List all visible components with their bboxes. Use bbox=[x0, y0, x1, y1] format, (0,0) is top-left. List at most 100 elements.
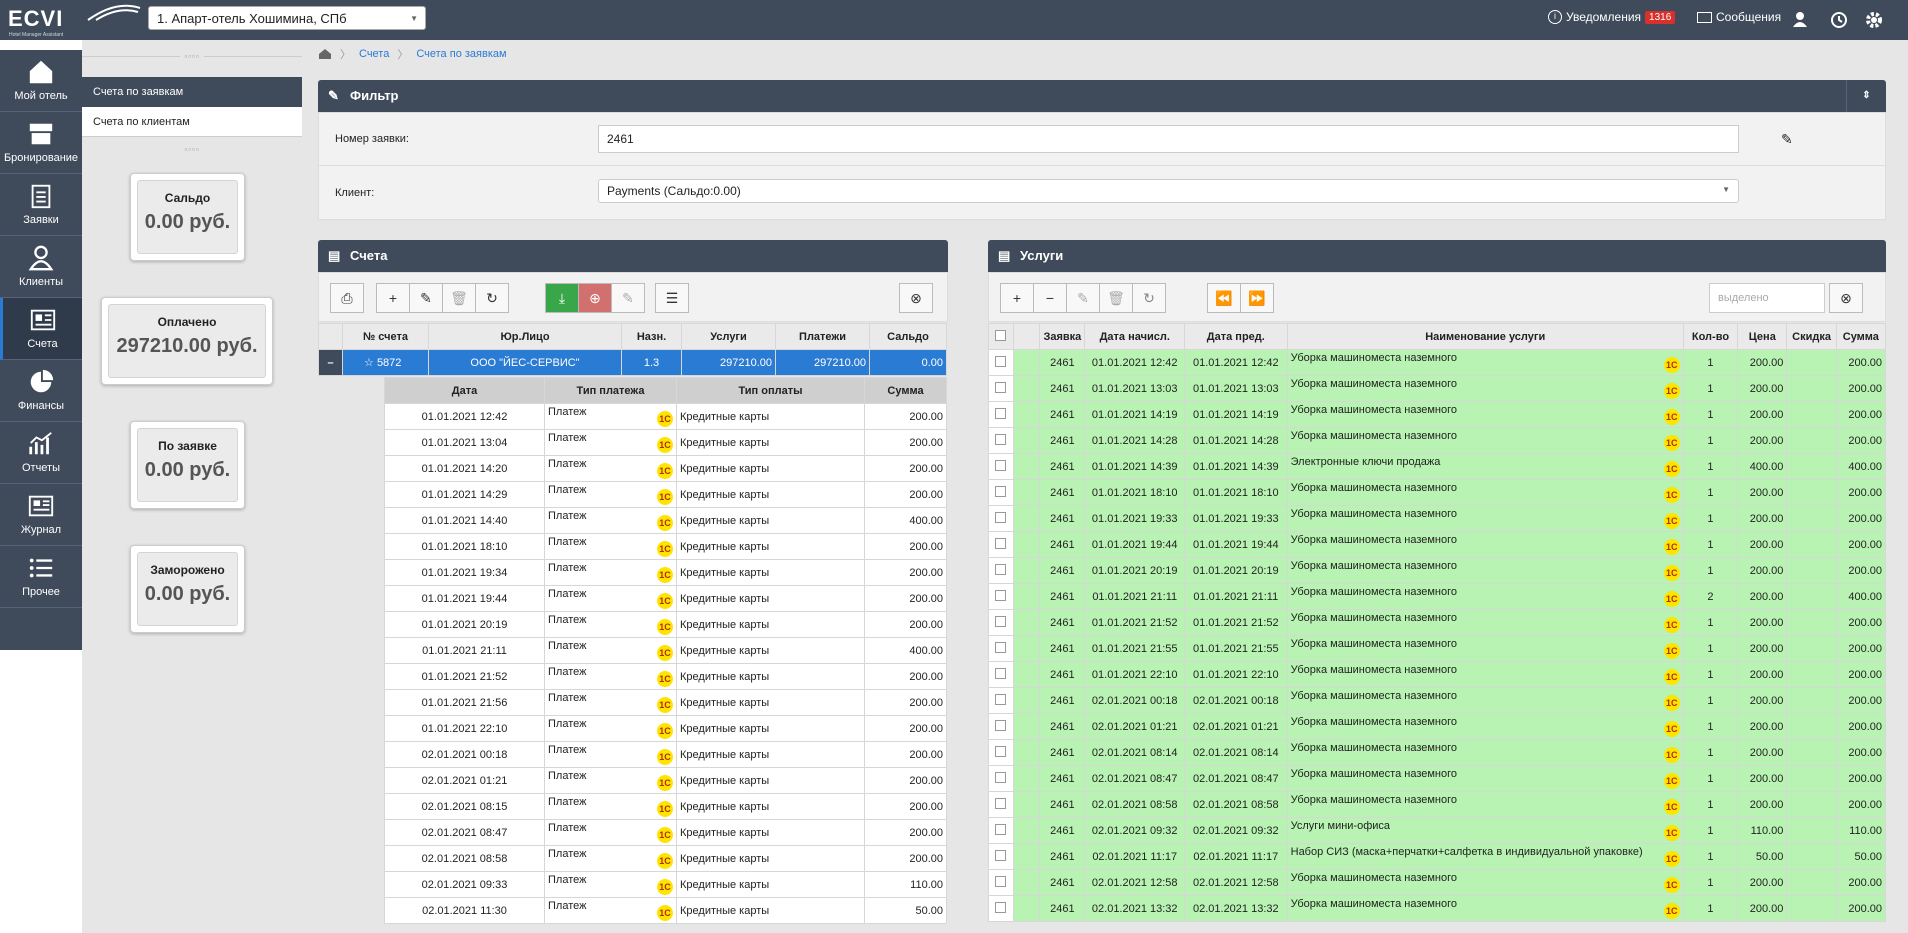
nav-item-3[interactable]: Клиенты bbox=[0, 236, 82, 298]
row-checkbox[interactable] bbox=[988, 583, 1014, 610]
row-checkbox[interactable] bbox=[988, 401, 1014, 428]
collapse-icon[interactable]: ⇕ bbox=[1846, 80, 1886, 112]
table-row[interactable]: 2461 02.01.2021 11:17 02.01.2021 11:17 Набо… bbox=[988, 843, 1887, 870]
col-header[interactable]: Тип оплаты bbox=[676, 377, 865, 404]
table-row[interactable]: 2461 01.01.2021 21:52 01.01.2021 21:52 Убор… bbox=[988, 609, 1887, 636]
col-header[interactable]: Сумма bbox=[1835, 323, 1887, 350]
col-header[interactable]: Цена bbox=[1737, 323, 1788, 350]
table-row[interactable]: 2461 02.01.2021 08:47 02.01.2021 08:47 Убор… bbox=[988, 765, 1887, 792]
col-header[interactable]: Наименование услуги bbox=[1286, 323, 1684, 350]
table-row[interactable]: 2461 02.01.2021 08:14 02.01.2021 08:14 Убор… bbox=[988, 739, 1887, 766]
messages-button[interactable]: Сообщения bbox=[1697, 10, 1781, 24]
fast-forward-button[interactable]: ⏩ bbox=[1240, 283, 1274, 313]
edit-disabled-button[interactable]: ✎ bbox=[611, 283, 645, 313]
table-row[interactable]: 01.01.2021 21:11 Платеж 1С Кредитные карты 4… bbox=[384, 637, 947, 664]
row-checkbox[interactable] bbox=[988, 817, 1014, 844]
col-header[interactable]: Сумма bbox=[864, 377, 947, 404]
col-header[interactable]: Кол-во bbox=[1682, 323, 1739, 350]
table-row[interactable]: 01.01.2021 14:20 Платеж 1С Кредитные карты 2… bbox=[384, 455, 947, 482]
table-row[interactable]: 2461 02.01.2021 09:32 02.01.2021 09:32 Услу… bbox=[988, 817, 1887, 844]
col-header[interactable]: Услуги bbox=[681, 323, 776, 350]
table-row[interactable]: 02.01.2021 11:30 Платеж 1С Кредитные карты 5… bbox=[384, 897, 947, 924]
row-checkbox[interactable] bbox=[988, 895, 1014, 922]
row-checkbox[interactable] bbox=[988, 375, 1014, 402]
row-checkbox[interactable] bbox=[988, 843, 1014, 870]
close-button[interactable]: ⊗ bbox=[899, 283, 933, 313]
history-icon[interactable] bbox=[1830, 11, 1848, 29]
table-row[interactable]: 2461 01.01.2021 14:28 01.01.2021 14:28 Убор… bbox=[988, 427, 1887, 454]
row-checkbox[interactable] bbox=[988, 557, 1014, 584]
row-checkbox[interactable] bbox=[988, 739, 1014, 766]
table-row[interactable]: 2461 01.01.2021 18:10 01.01.2021 18:10 Убор… bbox=[988, 479, 1887, 506]
table-row[interactable]: 2461 01.01.2021 14:19 01.01.2021 14:19 Убор… bbox=[988, 401, 1887, 428]
nav-item-2[interactable]: Заявки bbox=[0, 174, 82, 236]
order-number-input[interactable]: 2461 bbox=[598, 125, 1739, 153]
table-row[interactable]: 01.01.2021 21:52 Платеж 1С Кредитные карты 2… bbox=[384, 663, 947, 690]
breadcrumb-item[interactable]: Счета по заявкам bbox=[416, 48, 506, 60]
table-row[interactable]: 2461 01.01.2021 14:39 01.01.2021 14:39 Элек… bbox=[988, 453, 1887, 480]
table-row[interactable]: 02.01.2021 09:33 Платеж 1С Кредитные карты 1… bbox=[384, 871, 947, 898]
col-header[interactable]: № счета bbox=[342, 323, 429, 350]
table-row[interactable]: – ☆ 5872 ООО "ЙЕС-СЕРВИС" 1.3 297210.00 … bbox=[318, 349, 947, 376]
table-row[interactable]: 2461 02.01.2021 00:18 02.01.2021 00:18 Убор… bbox=[988, 687, 1887, 714]
col-header[interactable]: Тип платежа bbox=[544, 377, 677, 404]
table-row[interactable]: 2461 01.01.2021 21:11 01.01.2021 21:11 Убор… bbox=[988, 583, 1887, 610]
nav-item-6[interactable]: Отчеты bbox=[0, 422, 82, 484]
table-row[interactable]: 02.01.2021 08:58 Платеж 1С Кредитные карты 2… bbox=[384, 845, 947, 872]
table-row[interactable]: 01.01.2021 19:34 Платеж 1С Кредитные карты 2… bbox=[384, 559, 947, 586]
row-checkbox[interactable] bbox=[988, 661, 1014, 688]
table-row[interactable]: 01.01.2021 19:44 Платеж 1С Кредитные карты 2… bbox=[384, 585, 947, 612]
edit-button[interactable]: ✎ bbox=[1066, 283, 1100, 313]
table-row[interactable]: 2461 02.01.2021 08:58 02.01.2021 08:58 Убор… bbox=[988, 791, 1887, 818]
table-row[interactable]: 01.01.2021 13:04 Платеж 1С Кредитные карты 2… bbox=[384, 429, 947, 456]
nav-item-7[interactable]: Журнал bbox=[0, 484, 82, 546]
row-checkbox[interactable] bbox=[988, 791, 1014, 818]
col-header[interactable]: Заявка bbox=[1039, 323, 1086, 350]
download-button[interactable]: ⤓ bbox=[545, 283, 579, 313]
table-row[interactable]: 2461 01.01.2021 13:03 01.01.2021 13:03 Убор… bbox=[988, 375, 1887, 402]
row-checkbox[interactable] bbox=[988, 635, 1014, 662]
nav-item-1[interactable]: Бронирование bbox=[0, 112, 82, 174]
table-row[interactable]: 01.01.2021 14:29 Платеж 1С Кредитные карты 2… bbox=[384, 481, 947, 508]
table-row[interactable]: 2461 01.01.2021 12:42 01.01.2021 12:42 Убор… bbox=[988, 349, 1887, 376]
table-row[interactable]: 2461 01.01.2021 20:19 01.01.2021 20:19 Убор… bbox=[988, 557, 1887, 584]
hotel-select[interactable]: 1. Апарт-отель Хошимина, СПб ▼ bbox=[148, 6, 426, 30]
row-checkbox[interactable] bbox=[988, 713, 1014, 740]
table-row[interactable]: 02.01.2021 08:47 Платеж 1С Кредитные карты 2… bbox=[384, 819, 947, 846]
refresh-button[interactable]: ↻ bbox=[475, 283, 509, 313]
table-row[interactable]: 02.01.2021 01:21 Платеж 1С Кредитные карты 2… bbox=[384, 767, 947, 794]
col-header[interactable]: Дата bbox=[384, 377, 545, 404]
user-icon[interactable] bbox=[1792, 11, 1808, 27]
col-header[interactable]: Дата начисл. bbox=[1084, 323, 1185, 350]
select-all-checkbox[interactable] bbox=[988, 323, 1014, 350]
edit-button[interactable]: ✎ bbox=[409, 283, 443, 313]
col-header[interactable]: Дата пред. bbox=[1184, 323, 1288, 350]
row-checkbox[interactable] bbox=[988, 869, 1014, 896]
nav-item-0[interactable]: Мой отель bbox=[0, 50, 82, 112]
col-header[interactable]: Платежи bbox=[775, 323, 870, 350]
submenu-item-orders[interactable]: Счета по заявкам bbox=[82, 77, 302, 107]
table-row[interactable]: 02.01.2021 08:15 Платеж 1С Кредитные карты 2… bbox=[384, 793, 947, 820]
row-checkbox[interactable] bbox=[988, 349, 1014, 376]
collapse-row-icon[interactable]: – bbox=[318, 349, 343, 376]
table-row[interactable]: 01.01.2021 12:42 Платеж 1С Кредитные карты 2… bbox=[384, 403, 947, 430]
row-checkbox[interactable] bbox=[988, 609, 1014, 636]
col-header[interactable]: Назн. bbox=[621, 323, 682, 350]
col-header[interactable]: Юр.Лицо bbox=[428, 323, 622, 350]
col-header[interactable]: Скидка bbox=[1786, 323, 1837, 350]
nav-item-5[interactable]: Финансы bbox=[0, 360, 82, 422]
row-checkbox[interactable] bbox=[988, 531, 1014, 558]
selection-input[interactable]: выделено bbox=[1709, 283, 1825, 313]
rewind-button[interactable]: ⏪ bbox=[1207, 283, 1241, 313]
table-row[interactable]: 2461 02.01.2021 12:58 02.01.2021 12:58 Убор… bbox=[988, 869, 1887, 896]
refresh-button[interactable]: ↻ bbox=[1132, 283, 1166, 313]
list-button[interactable]: ☰ bbox=[655, 283, 689, 313]
row-checkbox[interactable] bbox=[988, 427, 1014, 454]
print-button[interactable]: ⎙ bbox=[330, 283, 364, 313]
table-row[interactable]: 2461 01.01.2021 19:44 01.01.2021 19:44 Убор… bbox=[988, 531, 1887, 558]
row-checkbox[interactable] bbox=[988, 479, 1014, 506]
delete-button[interactable]: 🗑 bbox=[442, 283, 476, 313]
submenu-item-clients[interactable]: Счета по клиентам bbox=[82, 107, 302, 137]
delete-button[interactable]: 🗑 bbox=[1099, 283, 1133, 313]
add-button[interactable]: + bbox=[1000, 283, 1034, 313]
